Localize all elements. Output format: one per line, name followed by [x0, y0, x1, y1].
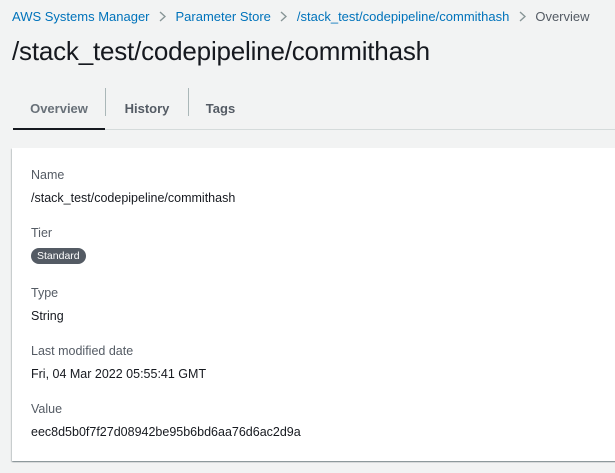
chevron-right-icon	[271, 11, 297, 22]
breadcrumb-current-overview: Overview	[535, 9, 590, 24]
type-value: String	[31, 309, 64, 323]
last-modified-field: Last modified date Fri, 04 Mar 2022 05:5…	[31, 343, 206, 382]
tier-label: Tier	[31, 226, 53, 240]
page-title: /stack_test/codepipeline/commithash	[12, 36, 430, 66]
chevron-right-icon	[509, 11, 535, 22]
name-value: /stack_test/codepipeline/commithash	[31, 191, 236, 205]
tier-badge: Standard	[31, 248, 86, 264]
breadcrumb-systems-manager[interactable]: AWS Systems Manager	[12, 9, 150, 24]
name-label: Name	[31, 168, 65, 182]
type-label: Type	[31, 286, 59, 300]
breadcrumb-parameter[interactable]: /stack_test/codepipeline/commithash	[297, 9, 509, 24]
type-field: Type String	[31, 285, 64, 324]
tier-field: Tier Standard	[31, 225, 86, 264]
last-modified-label: Last modified date	[31, 344, 134, 358]
value-field: Value eec8d5b0f7f27d08942be95b6bd6aa76d6…	[31, 401, 301, 440]
name-field: Name /stack_test/codepipeline/commithash	[31, 167, 235, 206]
tab-bar: Overview History Tags	[13, 88, 615, 130]
tab-tags[interactable]: Tags	[189, 88, 252, 129]
breadcrumb: AWS Systems Manager Parameter Store /sta…	[12, 9, 590, 24]
breadcrumb-parameter-store[interactable]: Parameter Store	[176, 9, 271, 24]
chevron-right-icon	[150, 11, 176, 22]
parameter-details-panel: Name /stack_test/codepipeline/commithash…	[12, 148, 615, 461]
value-label: Value	[31, 402, 63, 416]
parameter-value: eec8d5b0f7f27d08942be95b6bd6aa76d6ac2d9a	[31, 425, 301, 439]
parameter-detail-page: AWS Systems Manager Parameter Store /sta…	[0, 0, 615, 473]
tab-overview[interactable]: Overview	[13, 88, 105, 130]
last-modified-value: Fri, 04 Mar 2022 05:55:41 GMT	[31, 367, 207, 381]
tab-history[interactable]: History	[106, 88, 188, 129]
